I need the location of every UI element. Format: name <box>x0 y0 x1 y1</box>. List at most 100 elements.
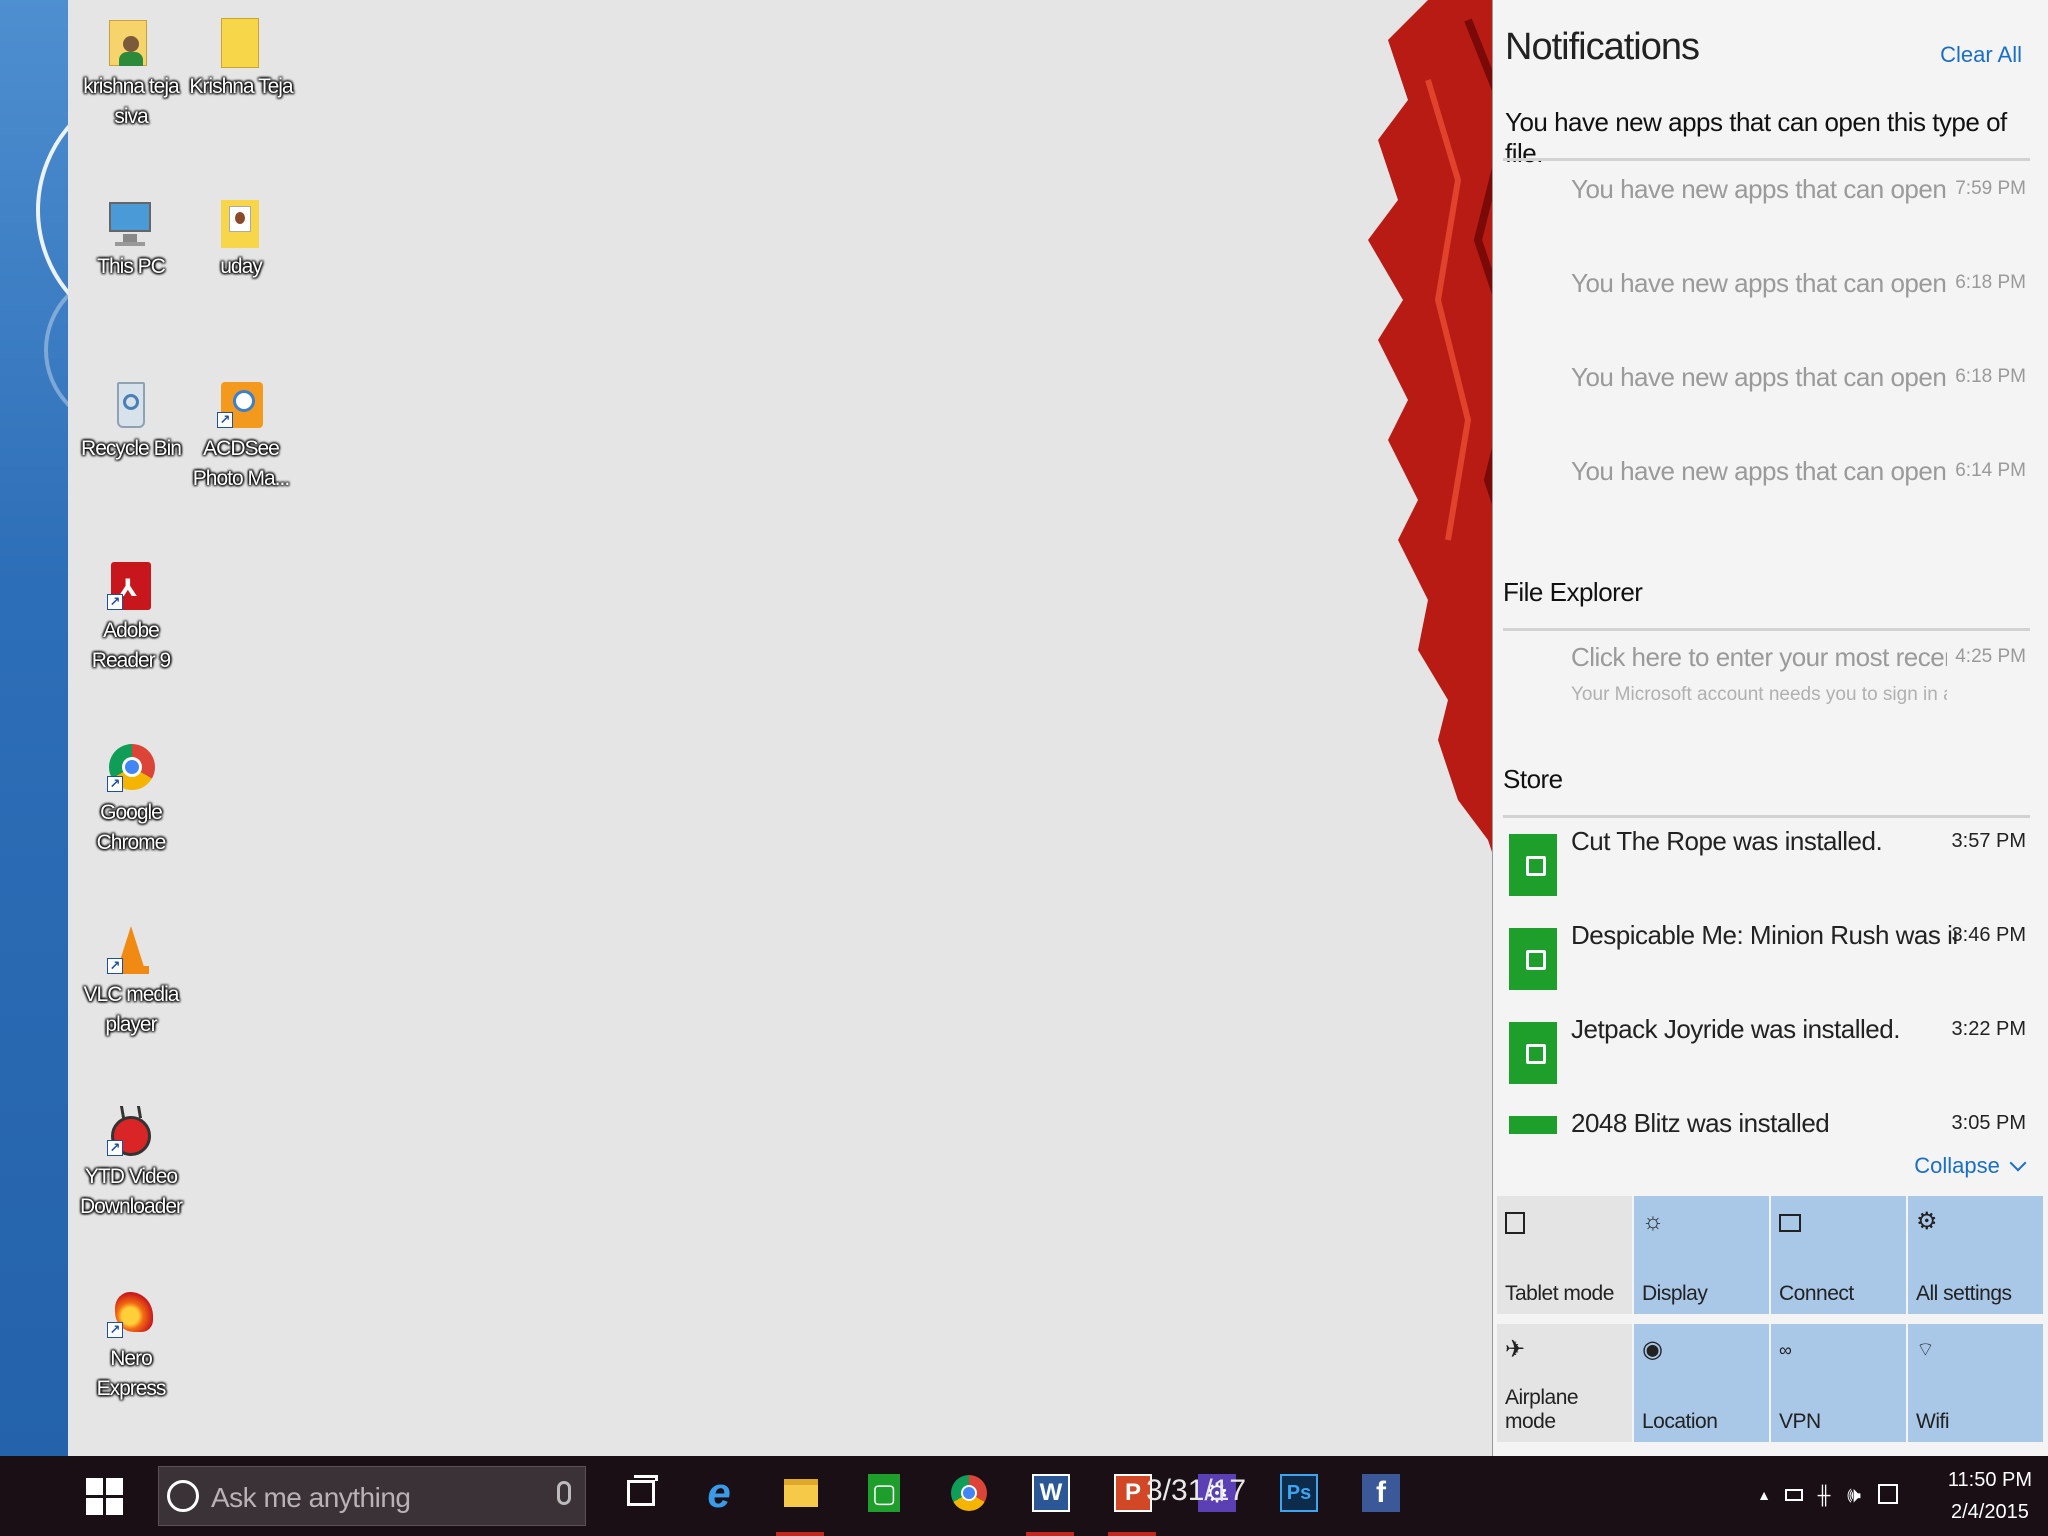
desktop-icon-acdsee[interactable]: ↗ ACDSee Photo Ma... <box>186 362 296 494</box>
desktop-icon-krishna-teja[interactable]: Krishna Teja <box>186 0 296 102</box>
nero-icon: ↗ <box>105 1288 157 1340</box>
taskbar-chrome[interactable] <box>940 1468 996 1524</box>
notification-subtext: Your Microsoft account needs you to sign… <box>1571 684 1947 705</box>
quick-action-label: All settings <box>1916 1282 2012 1305</box>
store-notification-item[interactable]: Jetpack Joyride was installed. 3:22 PM <box>1493 1008 2048 1100</box>
photoshop-icon: Ps <box>1280 1474 1318 1512</box>
collapse-label: Collapse <box>1914 1153 2000 1178</box>
desktop-icon-adobe-reader[interactable]: ⅄ ↗ Adobe Reader 9 <box>76 544 186 676</box>
notification-time: 3:46 PM <box>1951 924 2026 946</box>
notification-time: 3:05 PM <box>1951 1112 2026 1134</box>
taskbar-photoshop[interactable]: Ps <box>1270 1468 1326 1524</box>
quick-action-airplane-mode[interactable]: ✈ Airplane mode <box>1497 1324 1632 1442</box>
notification-item[interactable]: You have new apps that can open this t 6… <box>1493 264 2048 334</box>
notification-text: You have new apps that can open this t <box>1571 268 1947 298</box>
notification-time: 6:14 PM <box>1955 460 2026 481</box>
gear-icon: ⚙ <box>1916 1208 1938 1235</box>
battery-icon[interactable] <box>1780 1480 1808 1510</box>
network-icon[interactable]: ╫ <box>1810 1480 1838 1510</box>
cortana-icon <box>167 1480 199 1512</box>
notification-text: You have new apps that can open this t <box>1571 174 1947 204</box>
notification-text: You have new apps that can open this t <box>1571 362 1947 392</box>
action-center-title: Notifications <box>1505 26 1700 68</box>
desktop-icon-this-pc[interactable]: This PC <box>76 180 186 282</box>
user-folder-icon <box>105 16 157 68</box>
store-icon <box>1509 834 1557 896</box>
taskbar-word[interactable]: W <box>1022 1468 1078 1536</box>
collapse-button[interactable]: Collapse <box>1914 1153 2027 1179</box>
quick-action-label: Location <box>1642 1410 1718 1433</box>
folder-icon <box>215 16 267 68</box>
taskbar-internet-explorer[interactable]: e <box>690 1468 746 1524</box>
search-placeholder: Ask me anything <box>211 1482 411 1513</box>
quick-action-label: VPN <box>1779 1410 1821 1433</box>
quick-action-label: Tablet mode <box>1505 1282 1614 1305</box>
notification-group-header-file-explorer[interactable]: File Explorer <box>1503 577 1643 608</box>
clock-time: 11:50 PM <box>1947 1469 2032 1491</box>
running-indicator <box>1108 1532 1156 1536</box>
store-icon: ▢ <box>868 1474 900 1512</box>
quick-action-label: Airplane mode <box>1505 1386 1579 1433</box>
volume-icon[interactable]: 🕪 <box>1840 1480 1868 1510</box>
quick-action-display[interactable]: ☼ Display <box>1634 1196 1769 1314</box>
notification-item[interactable]: You have new apps that can open this t 6… <box>1493 452 2048 522</box>
quick-action-vpn[interactable]: ∞ VPN <box>1771 1324 1906 1442</box>
desktop-icon-vlc[interactable]: ↗ VLC media player <box>76 908 186 1040</box>
word-icon: W <box>1032 1474 1070 1512</box>
airplane-icon: ✈ <box>1505 1336 1526 1363</box>
group-divider <box>1503 628 2030 631</box>
quick-action-label: Wifi <box>1916 1410 1950 1433</box>
quick-action-tablet-mode[interactable]: Tablet mode <box>1497 1196 1632 1314</box>
adobe-reader-icon: ⅄ ↗ <box>105 560 157 612</box>
notification-item[interactable]: You have new apps that can open this t 6… <box>1493 358 2048 428</box>
notification-time: 3:22 PM <box>1951 1018 2026 1040</box>
desktop-icon-krishna-teja-siva[interactable]: krishna teja siva <box>76 0 186 132</box>
desktop-icon-nero-express[interactable]: ↗ Nero Express <box>76 1272 186 1404</box>
image-folder-icon <box>215 196 267 248</box>
quick-action-connect[interactable]: Connect <box>1771 1196 1906 1314</box>
quick-action-all-settings[interactable]: ⚙ All settings <box>1908 1196 2043 1314</box>
cortana-search-box[interactable]: Ask me anything <box>158 1466 586 1526</box>
start-button[interactable] <box>68 1456 148 1536</box>
store-icon <box>1509 1022 1557 1084</box>
notification-text: Jetpack Joyride was installed. <box>1571 1014 1900 1044</box>
recycle-bin-icon <box>105 378 157 430</box>
notification-text: 2048 Blitz was installed <box>1571 1108 1830 1134</box>
quick-action-label: Display <box>1642 1282 1708 1305</box>
notification-time: 7:59 PM <box>1955 178 2026 199</box>
notification-time: 4:25 PM <box>1955 646 2026 667</box>
action-center-icon[interactable] <box>1874 1480 1902 1510</box>
desktop-icon-ytd[interactable]: ↗ YTD Video Downloader <box>76 1090 186 1222</box>
quick-action-wifi[interactable]: ⌔ Wifi <box>1908 1324 2043 1442</box>
group-divider <box>1503 815 2030 818</box>
store-notification-item[interactable]: 2048 Blitz was installed 3:05 PM <box>1493 1102 2048 1134</box>
notification-time: 3:57 PM <box>1951 830 2026 852</box>
clock-date: 2/4/2015 <box>1951 1501 2029 1523</box>
taskbar-file-explorer[interactable] <box>772 1468 828 1536</box>
store-notification-item[interactable]: Despicable Me: Minion Rush was installed… <box>1493 914 2048 1006</box>
desktop-icon-recycle-bin[interactable]: Recycle Bin <box>76 362 186 464</box>
notification-text: Despicable Me: Minion Rush was installed… <box>1571 920 1957 950</box>
taskbar-task-view[interactable] <box>612 1468 668 1524</box>
chevron-down-icon <box>2009 1154 2027 1172</box>
taskbar-clock[interactable]: 11:50 PM 2/4/2015 <box>1948 1464 2032 1528</box>
ytd-icon: ↗ <box>105 1106 157 1158</box>
wallpaper-character-hair <box>1368 0 1492 852</box>
notification-item[interactable]: You have new apps that can open this t 7… <box>1493 170 2048 240</box>
clear-all-link[interactable]: Clear All <box>1940 42 2022 68</box>
microphone-icon[interactable] <box>557 1481 571 1505</box>
notification-group-header-store[interactable]: Store <box>1503 764 1563 795</box>
desktop-icon-google-chrome[interactable]: ↗ Google Chrome <box>76 726 186 858</box>
computer-icon <box>105 196 157 248</box>
store-icon <box>1509 1116 1557 1134</box>
overlay-date-text: 3/31/17 <box>1146 1474 1247 1507</box>
vpn-icon: ∞ <box>1779 1340 1792 1360</box>
taskbar-facebook[interactable]: f <box>1352 1468 1408 1524</box>
desktop-icon-uday[interactable]: uday <box>186 180 296 282</box>
store-notification-item[interactable]: Cut The Rope was installed. 3:57 PM <box>1493 820 2048 912</box>
notification-text: You have new apps that can open this t <box>1571 456 1947 486</box>
taskbar-store[interactable]: ▢ <box>856 1468 912 1524</box>
quick-action-location[interactable]: ◉ Location <box>1634 1324 1769 1442</box>
show-hidden-icons-icon[interactable]: ▲ <box>1750 1480 1778 1510</box>
wifi-icon: ⌔ <box>1916 1339 1935 1361</box>
